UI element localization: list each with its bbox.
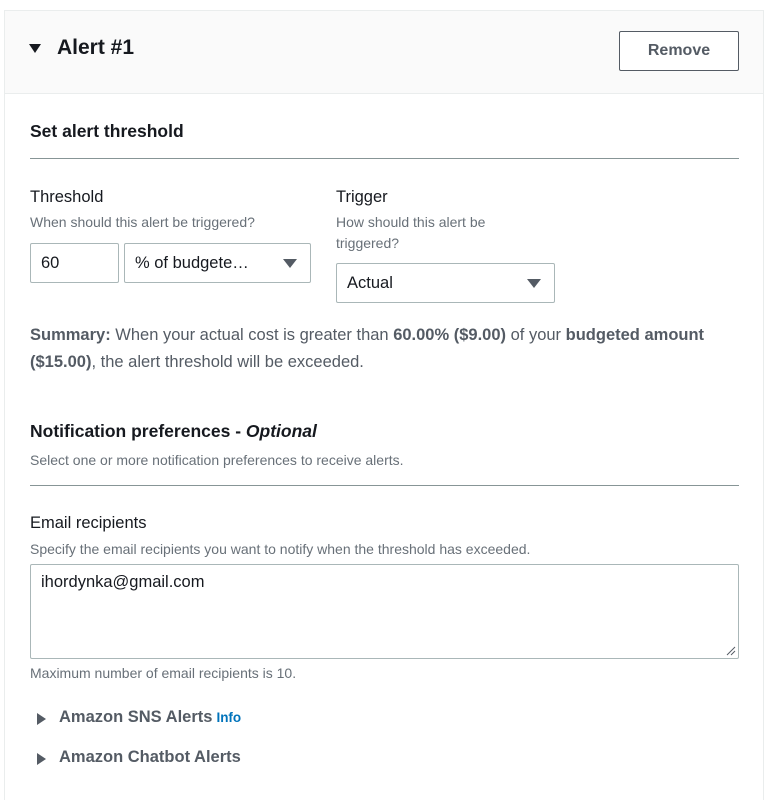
email-value: ihordynka@gmail.com	[41, 573, 205, 591]
caret-right-icon	[37, 713, 46, 725]
threshold-value-input[interactable]: 60	[30, 243, 119, 283]
summary-prefix: Summary:	[30, 326, 111, 344]
threshold-label: Threshold	[30, 188, 104, 206]
remove-button[interactable]: Remove	[619, 31, 739, 71]
chevron-down-icon	[527, 279, 541, 288]
sns-label-text: Amazon SNS Alerts	[59, 708, 213, 726]
sns-alerts-label: Amazon SNS Alerts Info	[59, 708, 241, 727]
chevron-down-icon	[283, 259, 297, 268]
chatbot-alerts-expander[interactable]: Amazon Chatbot Alerts	[37, 748, 437, 770]
resize-handle-icon[interactable]	[726, 646, 736, 656]
alert-title: Alert #1	[57, 36, 135, 59]
trigger-label: Trigger	[336, 188, 388, 206]
notification-title: Notification preferences -	[30, 421, 246, 441]
divider	[30, 485, 739, 486]
alert-panel: Alert #1 Remove Set alert threshold Thre…	[4, 10, 764, 800]
notification-description: Select one or more notification preferen…	[30, 452, 404, 468]
email-description: Specify the email recipients you want to…	[30, 541, 531, 557]
section-title-threshold: Set alert threshold	[30, 121, 184, 141]
optional-label: Optional	[245, 421, 317, 441]
caret-right-icon	[37, 753, 46, 765]
alert-header[interactable]: Alert #1 Remove	[5, 11, 763, 94]
email-recipients-field[interactable]: ihordynka@gmail.com	[30, 564, 739, 659]
chatbot-alerts-label: Amazon Chatbot Alerts	[59, 748, 241, 766]
divider	[30, 158, 739, 159]
summary-text: Summary: When your actual cost is greate…	[30, 322, 730, 376]
summary-part2: of your	[506, 326, 566, 344]
summary-percent: 60.00% ($9.00)	[393, 326, 507, 344]
trigger-value: Actual	[347, 273, 393, 292]
sns-alerts-expander[interactable]: Amazon SNS Alerts Info	[37, 708, 437, 730]
threshold-description: When should this alert be triggered?	[30, 214, 255, 230]
threshold-unit-value: % of budgete…	[135, 253, 249, 272]
summary-part1: When your actual cost is greater than	[110, 326, 394, 344]
caret-down-icon[interactable]	[29, 44, 41, 53]
info-link[interactable]: Info	[216, 710, 241, 725]
trigger-description: How should this alert be triggered?	[336, 214, 486, 251]
email-label: Email recipients	[30, 514, 147, 532]
section-title-notifications: Notification preferences - Optional	[30, 421, 317, 442]
trigger-select[interactable]: Actual	[336, 263, 555, 303]
summary-part3: , the alert threshold will be exceeded.	[91, 353, 364, 371]
email-hint: Maximum number of email recipients is 10…	[30, 665, 297, 681]
threshold-unit-select[interactable]: % of budgete…	[124, 243, 311, 283]
